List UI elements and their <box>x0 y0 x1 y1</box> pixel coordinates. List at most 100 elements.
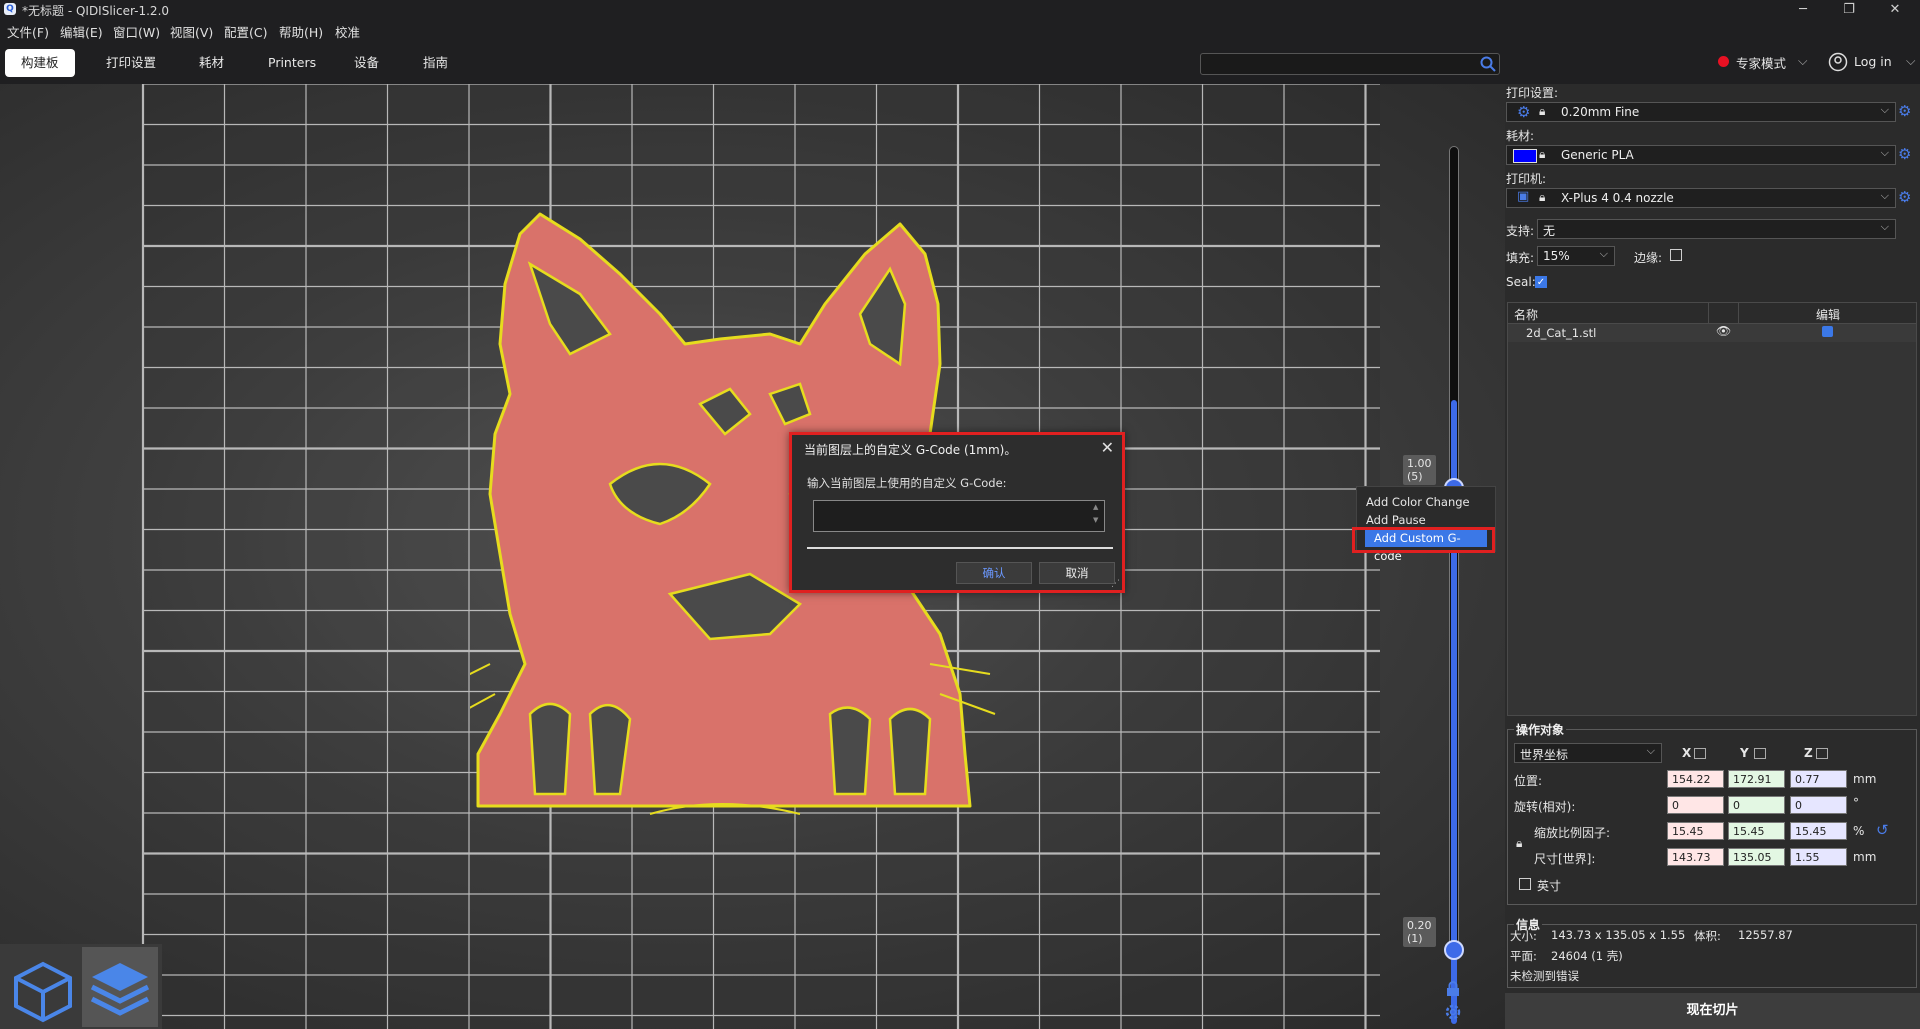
facets-value: 24604 (1 壳) <box>1551 949 1623 963</box>
axis-drop-icon[interactable] <box>1754 748 1766 759</box>
3d-viewport[interactable]: 1.00 (5) 0.20 (1) <box>0 84 1512 1029</box>
position-z-field[interactable]: 0.77 <box>1790 770 1847 788</box>
position-y-field[interactable]: 172.91 <box>1728 770 1785 788</box>
gear-icon[interactable]: ⚙ <box>1898 102 1911 120</box>
object-list: 名称 编辑 2d_Cat_1.stl 👁︎ <box>1507 302 1917 716</box>
tab-print-settings[interactable]: 打印设置 <box>90 49 172 77</box>
object-name: 2d_Cat_1.stl <box>1526 326 1597 340</box>
print-settings-combo[interactable]: ⚙ 🔒︎ 0.20mm Fine ⌵ <box>1506 102 1896 122</box>
axis-x-label: X <box>1682 746 1692 760</box>
menu-file[interactable]: 文件(F) <box>7 22 49 41</box>
scale-unit: % <box>1853 824 1865 838</box>
size-x-field[interactable]: 143.73 <box>1667 848 1724 866</box>
filament-value: Generic PLA <box>1561 148 1634 162</box>
coord-system-combo[interactable]: 世界坐标 ⌵ <box>1514 743 1662 763</box>
slice-now-button[interactable]: 现在切片 <box>1505 993 1920 1029</box>
lock-icon: 🔒︎ <box>1539 104 1546 118</box>
close-window-button[interactable]: ✕ <box>1872 0 1918 19</box>
printer-combo[interactable]: ▣ 🔒︎ X-Plus 4 0.4 nozzle ⌵ <box>1506 188 1896 208</box>
filament-color-swatch[interactable] <box>1513 149 1537 163</box>
chevron-down-icon: ⌵ <box>1880 146 1889 159</box>
scale-label: 缩放比例因子: <box>1534 826 1611 840</box>
menu-edit[interactable]: 编辑(E) <box>60 22 103 41</box>
custom-gcode-dialog: 当前图层上的自定义 G-Code (1mm)。 ✕ 输入当前图层上使用的自定义 … <box>789 432 1125 593</box>
facets-label: 平面: <box>1510 949 1537 963</box>
search-icon[interactable] <box>1479 55 1497 73</box>
close-icon[interactable]: ✕ <box>1101 438 1114 457</box>
preview-view-button[interactable] <box>82 947 158 1027</box>
menu-item-add-color-change[interactable]: Add Color Change <box>1357 493 1495 511</box>
window-title: *无标题 - QIDISlicer-1.2.0 <box>22 4 170 18</box>
scale-y-field[interactable]: 15.45 <box>1728 822 1785 840</box>
maximize-button[interactable]: ❐ <box>1826 0 1872 19</box>
list-item[interactable]: 2d_Cat_1.stl 👁︎ <box>1508 324 1916 342</box>
infill-value: 15% <box>1543 249 1570 263</box>
axis-drop-icon[interactable] <box>1816 748 1828 759</box>
menu-help[interactable]: 帮助(H) <box>279 22 323 41</box>
3d-view-icon[interactable] <box>8 956 78 1026</box>
inches-label: 英寸 <box>1537 879 1562 893</box>
ok-button[interactable]: 确认 <box>956 562 1032 584</box>
tab-printers[interactable]: Printers <box>252 49 332 77</box>
dialog-title: 当前图层上的自定义 G-Code (1mm)。 <box>804 443 1017 457</box>
gcode-input[interactable] <box>813 500 1105 532</box>
highlight-box <box>1352 527 1495 553</box>
axis-drop-icon[interactable] <box>1694 748 1706 759</box>
column-name-header[interactable]: 名称 <box>1514 306 1538 323</box>
lock-icon[interactable] <box>1444 980 1462 998</box>
axis-y-label: Y <box>1740 746 1749 760</box>
scroll-arrows-icon[interactable]: ▲ ▼ <box>1093 501 1098 527</box>
volume-label: 体积: <box>1694 929 1721 943</box>
rotation-y-field[interactable]: 0 <box>1728 796 1785 814</box>
tab-guide[interactable]: 指南 <box>407 49 464 77</box>
position-x-field[interactable]: 154.22 <box>1667 770 1724 788</box>
coord-system-value: 世界坐标 <box>1520 748 1569 762</box>
seal-label: Seal: <box>1506 275 1536 289</box>
column-edit-header[interactable]: 编辑 <box>1816 306 1840 323</box>
gear-icon[interactable]: ⚙ <box>1898 188 1911 206</box>
printer-value: X-Plus 4 0.4 nozzle <box>1561 191 1674 205</box>
size-y-field[interactable]: 135.05 <box>1728 848 1785 866</box>
resize-grip-icon[interactable]: ⋰ <box>1111 579 1120 589</box>
menu-calibration[interactable]: 校准 <box>335 22 360 41</box>
filament-combo[interactable]: 🔒︎ Generic PLA ⌵ <box>1506 145 1896 165</box>
reset-scale-icon[interactable]: ↺ <box>1876 821 1889 839</box>
scale-x-field[interactable]: 15.45 <box>1667 822 1724 840</box>
search-input[interactable] <box>1200 53 1500 75</box>
minimize-button[interactable]: ─ <box>1780 0 1826 19</box>
lower-layer-label: 0.20 (1) <box>1403 917 1436 947</box>
support-label: 支持: <box>1506 224 1535 238</box>
layer-slider-lower-thumb[interactable] <box>1444 940 1464 960</box>
gear-icon[interactable]: ⚙ <box>1898 145 1911 163</box>
lock-icon[interactable]: 🔒︎ <box>1516 836 1522 851</box>
scale-z-field[interactable]: 15.45 <box>1790 822 1847 840</box>
infill-combo[interactable]: 15% ⌵ <box>1537 246 1615 266</box>
printer-icon: ▣ <box>1517 189 1530 204</box>
manipulation-title: 操作对象 <box>1514 721 1567 738</box>
tab-filament[interactable]: 耗材 <box>183 49 240 77</box>
rotation-z-field[interactable]: 0 <box>1790 796 1847 814</box>
tab-device[interactable]: 设备 <box>338 49 395 77</box>
object-list-header: 名称 编辑 <box>1508 303 1916 324</box>
brim-checkbox[interactable] <box>1670 249 1682 261</box>
menu-window[interactable]: 窗口(W) <box>113 22 160 41</box>
cancel-button[interactable]: 取消 <box>1039 562 1115 584</box>
size-z-field[interactable]: 1.55 <box>1790 848 1847 866</box>
axis-z-label: Z <box>1804 746 1813 760</box>
tab-plater[interactable]: 构建板 <box>5 49 75 77</box>
column-divider <box>1708 303 1709 323</box>
position-unit: mm <box>1853 772 1877 786</box>
eye-icon[interactable]: 👁︎ <box>1716 324 1731 338</box>
lock-icon: 🔒︎ <box>1539 190 1546 204</box>
rotation-x-field[interactable]: 0 <box>1667 796 1724 814</box>
seal-checkbox[interactable]: ✓ <box>1535 276 1547 288</box>
menu-config[interactable]: 配置(C) <box>224 22 267 41</box>
rotation-unit: ° <box>1853 796 1859 810</box>
menu-view[interactable]: 视图(V) <box>170 22 213 41</box>
support-combo[interactable]: 无 ⌵ <box>1537 219 1896 239</box>
gear-icon[interactable] <box>1444 1003 1462 1021</box>
position-label: 位置: <box>1514 774 1543 788</box>
mode-label: 专家模式 <box>1736 56 1787 71</box>
inches-checkbox[interactable] <box>1519 878 1531 890</box>
edit-settings-icon[interactable] <box>1822 326 1833 337</box>
